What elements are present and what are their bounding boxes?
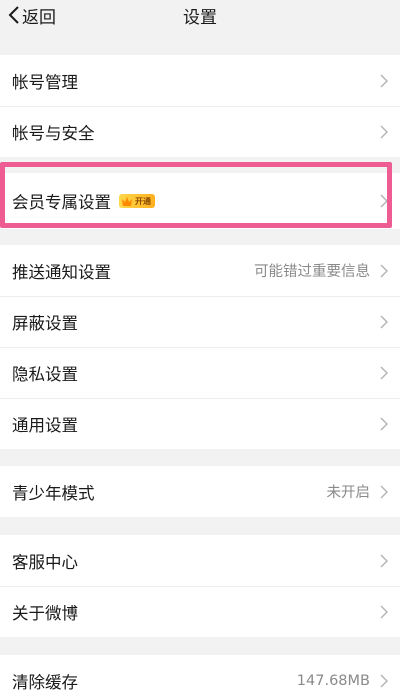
row-value: 147.68MB xyxy=(296,672,370,689)
chevron-left-icon xyxy=(8,6,19,24)
block-settings-item[interactable]: 屏蔽设置 xyxy=(0,296,400,347)
row-label: 隐私设置 xyxy=(12,364,78,384)
row-label: 帐号与安全 xyxy=(12,123,95,143)
badge-label: 开通 xyxy=(135,196,151,206)
row-label: 青少年模式 xyxy=(12,483,95,503)
nav-bar: 返回 设置 xyxy=(0,0,400,30)
row-label: 推送通知设置 xyxy=(12,262,111,282)
privacy-settings-item[interactable]: 隐私设置 xyxy=(0,347,400,398)
about-weibo-item[interactable]: 关于微博 xyxy=(0,586,400,637)
chevron-right-icon xyxy=(380,74,388,87)
membership-group: 会员专属设置 开通 xyxy=(0,173,400,229)
general-group: 推送通知设置 可能错过重要信息 屏蔽设置 隐私设置 通用设置 xyxy=(0,245,400,449)
cache-group: 清除缓存 147.68MB xyxy=(0,655,400,700)
chevron-right-icon xyxy=(380,194,388,208)
section-gap xyxy=(0,449,400,466)
crown-icon xyxy=(122,196,132,206)
account-security-item[interactable]: 帐号与安全 xyxy=(0,106,400,157)
push-notification-item[interactable]: 推送通知设置 可能错过重要信息 xyxy=(0,245,400,296)
chevron-right-icon xyxy=(380,554,388,567)
chevron-right-icon xyxy=(380,315,388,328)
chevron-right-icon xyxy=(380,417,388,430)
general-settings-item[interactable]: 通用设置 xyxy=(0,398,400,449)
section-gap xyxy=(0,30,400,55)
row-label: 关于微博 xyxy=(12,603,78,623)
row-label: 清除缓存 xyxy=(12,672,78,692)
row-label: 帐号管理 xyxy=(12,72,78,92)
back-label: 返回 xyxy=(22,7,56,28)
row-label: 客服中心 xyxy=(12,552,78,572)
support-group: 客服中心 关于微博 xyxy=(0,535,400,637)
section-gap xyxy=(0,517,400,535)
chevron-right-icon xyxy=(380,264,388,277)
account-group: 帐号管理 帐号与安全 xyxy=(0,55,400,157)
chevron-right-icon xyxy=(380,366,388,379)
row-label: 屏蔽设置 xyxy=(12,313,78,333)
row-label: 通用设置 xyxy=(12,415,78,435)
chevron-right-icon xyxy=(380,605,388,618)
row-value: 未开启 xyxy=(326,485,371,501)
account-management-item[interactable]: 帐号管理 xyxy=(0,55,400,106)
back-button[interactable]: 返回 xyxy=(8,0,56,30)
row-value: 可能错过重要信息 xyxy=(254,264,370,280)
section-gap xyxy=(0,637,400,655)
row-label: 会员专属设置 xyxy=(12,193,111,212)
member-settings-item[interactable]: 会员专属设置 开通 xyxy=(0,173,400,229)
youth-group: 青少年模式 未开启 xyxy=(0,466,400,517)
vip-activate-badge[interactable]: 开通 xyxy=(119,194,155,208)
chevron-right-icon xyxy=(380,674,388,687)
section-gap xyxy=(0,157,400,173)
chevron-right-icon xyxy=(380,485,388,498)
customer-service-item[interactable]: 客服中心 xyxy=(0,535,400,586)
chevron-right-icon xyxy=(380,125,388,138)
youth-mode-item[interactable]: 青少年模式 未开启 xyxy=(0,466,400,517)
page-title: 设置 xyxy=(183,7,217,28)
section-gap xyxy=(0,229,400,245)
clear-cache-item[interactable]: 清除缓存 147.68MB xyxy=(0,655,400,700)
